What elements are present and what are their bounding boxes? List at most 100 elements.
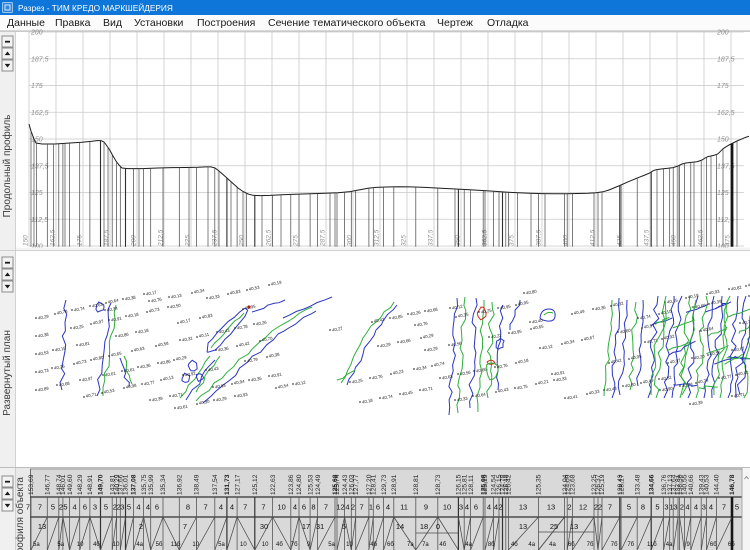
- svg-text:125,35: 125,35: [536, 474, 543, 495]
- svg-text:122,63: 122,63: [270, 474, 277, 495]
- svg-text:149,70: 149,70: [98, 474, 105, 495]
- svg-text:Построения: Построения: [197, 17, 255, 29]
- svg-text:128,91: 128,91: [391, 474, 398, 495]
- svg-text:125,53: 125,53: [307, 474, 314, 495]
- svg-text:9: 9: [424, 503, 428, 512]
- svg-text:131,73: 131,73: [224, 474, 231, 495]
- svg-text:112,5: 112,5: [31, 217, 48, 224]
- svg-text:3: 3: [702, 503, 706, 512]
- svg-text:150: 150: [23, 235, 30, 246]
- svg-text:Разрез - ТИМ КРЕДО МАРКШЕЙДЕРИ: Разрез - ТИМ КРЕДО МАРКШЕЙДЕРИЯ: [18, 2, 173, 13]
- svg-text:4б: 4б: [93, 542, 100, 548]
- svg-text:144,40: 144,40: [714, 474, 721, 495]
- svg-text:5б: 5б: [156, 542, 163, 548]
- svg-text:4а: 4а: [666, 542, 673, 548]
- svg-text:133,48: 133,48: [634, 474, 641, 495]
- svg-text:10: 10: [278, 503, 286, 512]
- svg-text:8б: 8б: [488, 542, 495, 548]
- svg-text:7б: 7б: [627, 542, 634, 548]
- svg-text:Правка: Правка: [55, 17, 91, 29]
- svg-text:129,73: 129,73: [381, 474, 388, 495]
- svg-text:Установки: Установки: [134, 17, 184, 29]
- svg-text:7: 7: [38, 503, 42, 512]
- svg-text:7: 7: [261, 503, 265, 512]
- svg-text:7б: 7б: [291, 542, 298, 548]
- svg-text:10: 10: [113, 542, 120, 548]
- svg-text:7: 7: [243, 503, 247, 512]
- svg-text:136,92: 136,92: [177, 474, 184, 495]
- svg-text:1: 1: [369, 503, 373, 512]
- svg-text:8: 8: [311, 503, 315, 512]
- svg-text:148,29: 148,29: [77, 474, 84, 495]
- svg-text:2: 2: [680, 503, 684, 512]
- svg-text:187,5: 187,5: [31, 56, 49, 63]
- svg-text:136,01: 136,01: [123, 474, 130, 495]
- svg-text:2: 2: [498, 503, 502, 512]
- svg-text:375: 375: [509, 235, 516, 246]
- svg-text:148,91: 148,91: [87, 474, 94, 495]
- svg-text:4: 4: [694, 503, 698, 512]
- svg-text:10: 10: [346, 542, 353, 548]
- svg-text:4б: 4б: [370, 542, 377, 548]
- svg-text:4: 4: [136, 503, 140, 512]
- svg-text:450: 450: [671, 235, 678, 246]
- svg-text:Вид: Вид: [103, 17, 122, 29]
- svg-text:4: 4: [146, 503, 150, 512]
- svg-text:123,68: 123,68: [570, 474, 577, 495]
- svg-text:162,5: 162,5: [31, 110, 49, 117]
- svg-text:128,11: 128,11: [468, 475, 475, 495]
- svg-text:200: 200: [131, 235, 138, 247]
- svg-text:127,17: 127,17: [234, 474, 241, 495]
- svg-text:125: 125: [31, 190, 43, 197]
- svg-text:3: 3: [673, 503, 677, 512]
- svg-text:6: 6: [376, 503, 380, 512]
- svg-text:275: 275: [293, 235, 300, 247]
- svg-text:187,5: 187,5: [104, 229, 111, 246]
- svg-text:128,41: 128,41: [371, 474, 378, 495]
- svg-text:4б: 4б: [439, 542, 446, 548]
- svg-text:7: 7: [204, 503, 208, 512]
- svg-text:135,75: 135,75: [141, 474, 148, 495]
- svg-text:6б: 6б: [728, 542, 735, 548]
- svg-text:5а: 5а: [33, 542, 40, 548]
- svg-text:134,66: 134,66: [648, 474, 655, 495]
- svg-text:7: 7: [26, 503, 30, 512]
- svg-text:13: 13: [38, 522, 46, 531]
- svg-text:125,19: 125,19: [599, 474, 606, 495]
- svg-text:135,99: 135,99: [148, 474, 155, 495]
- svg-text:6б: 6б: [710, 542, 717, 548]
- svg-text:124,49: 124,49: [315, 474, 322, 495]
- svg-text:138,49: 138,49: [194, 474, 201, 495]
- svg-text:5: 5: [63, 503, 67, 512]
- svg-text:300: 300: [347, 235, 354, 246]
- svg-text:128,73: 128,73: [435, 474, 442, 495]
- svg-text:6: 6: [474, 503, 478, 512]
- svg-text:128,17: 128,17: [618, 474, 625, 495]
- svg-text:325: 325: [401, 235, 408, 246]
- svg-text:4: 4: [230, 503, 234, 512]
- svg-text:5: 5: [627, 503, 631, 512]
- svg-text:175: 175: [717, 83, 729, 90]
- svg-text:6б: 6б: [387, 542, 394, 548]
- svg-text:Данные: Данные: [7, 17, 45, 29]
- svg-text:2: 2: [139, 522, 143, 531]
- svg-text:5а: 5а: [57, 542, 64, 548]
- svg-text:30: 30: [260, 522, 268, 531]
- svg-text:212,5: 212,5: [158, 229, 165, 247]
- svg-text:187,5: 187,5: [717, 56, 735, 63]
- svg-text:5: 5: [104, 503, 108, 512]
- svg-text:4а: 4а: [465, 542, 472, 548]
- svg-text:153,69: 153,69: [28, 474, 35, 495]
- svg-text:149,60: 149,60: [67, 474, 74, 495]
- svg-text:Чертеж: Чертеж: [437, 17, 473, 29]
- svg-text:162,5: 162,5: [717, 110, 735, 117]
- svg-text:5: 5: [51, 503, 55, 512]
- svg-text:200: 200: [716, 30, 729, 37]
- svg-text:14: 14: [396, 522, 404, 531]
- svg-text:Отладка: Отладка: [487, 17, 529, 29]
- svg-text:12: 12: [579, 503, 587, 512]
- svg-text:7: 7: [183, 522, 187, 531]
- svg-text:12: 12: [336, 503, 344, 512]
- svg-text:4: 4: [219, 503, 223, 512]
- svg-text:140,53: 140,53: [704, 474, 711, 495]
